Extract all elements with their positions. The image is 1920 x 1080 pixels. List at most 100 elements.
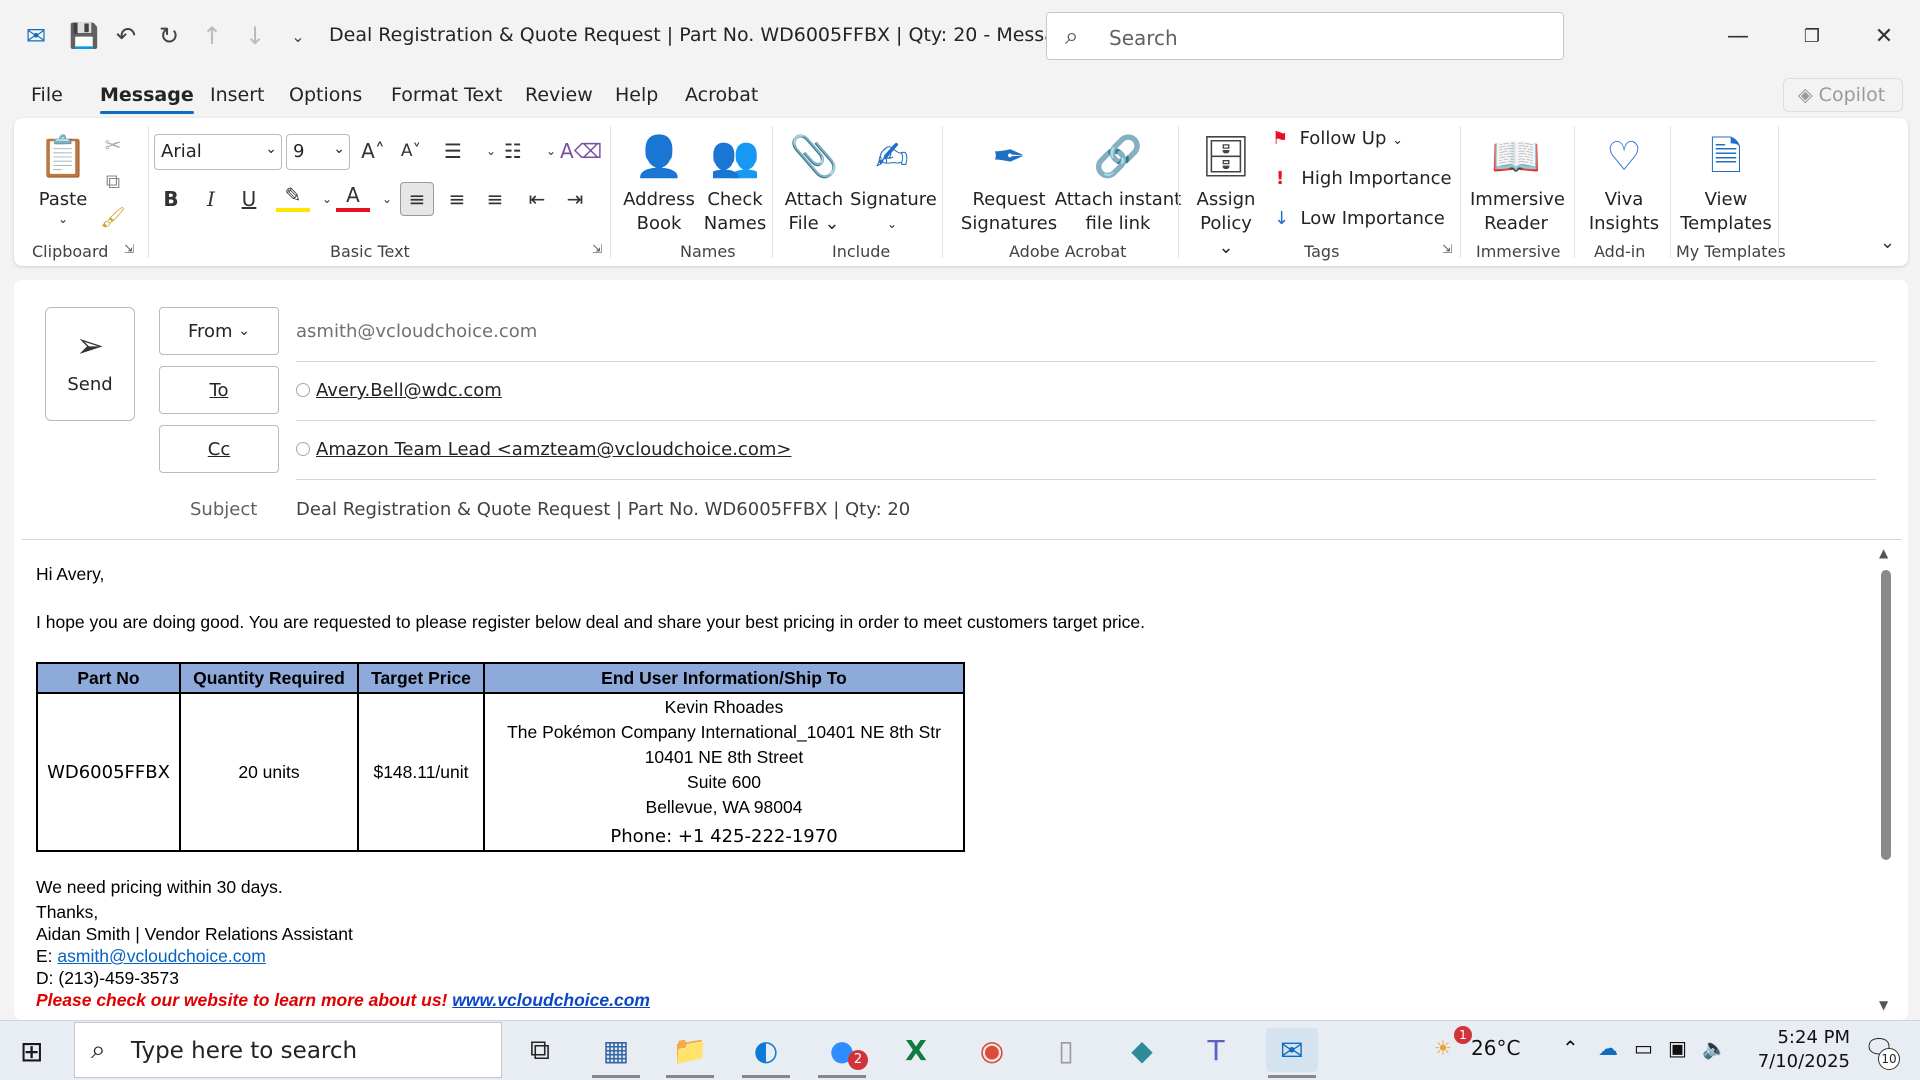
numbering-icon[interactable]: ☷: [496, 134, 530, 168]
tab-format-text[interactable]: Format Text: [391, 84, 502, 106]
shrink-font-icon[interactable]: A˅: [394, 134, 428, 168]
request-signatures-label-1: Request: [972, 189, 1046, 210]
cc-button[interactable]: Cc: [159, 425, 279, 473]
volume-icon[interactable]: 🔈: [1702, 1036, 1727, 1060]
immersive-reader-button[interactable]: 📖 Immersive Reader: [1470, 126, 1565, 236]
cut-icon[interactable]: ✂: [96, 128, 130, 162]
network-icon[interactable]: ▣: [1668, 1036, 1687, 1060]
chevron-down-icon[interactable]: ⌄: [370, 182, 404, 216]
from-button[interactable]: From ⌄: [159, 307, 279, 355]
low-importance-button[interactable]: ↓ Low Importance: [1274, 208, 1445, 229]
clear-formatting-icon[interactable]: A⌫: [560, 134, 602, 168]
highlight-icon[interactable]: ✎: [276, 182, 310, 212]
edge-icon[interactable]: ◐: [740, 1028, 792, 1078]
outlook-taskbar-icon[interactable]: ✉: [1266, 1028, 1318, 1078]
signature-button[interactable]: ✍ Signature ⌄: [850, 126, 937, 236]
font-color-icon[interactable]: A: [336, 182, 370, 212]
align-center-icon[interactable]: ≡: [440, 182, 474, 216]
copy-icon[interactable]: ⧉: [96, 164, 130, 198]
down-arrow-icon[interactable]: ↓: [239, 20, 271, 52]
tab-options[interactable]: Options: [289, 84, 362, 106]
cc-recipient[interactable]: Amazon Team Lead <amzteam@vcloudchoice.c…: [316, 439, 791, 460]
send-button[interactable]: ➢ Send: [45, 307, 135, 421]
to-button[interactable]: To: [159, 366, 279, 414]
view-templates-button[interactable]: 🗎 View Templates: [1678, 126, 1774, 236]
dialog-launcher-icon[interactable]: ⇲: [124, 242, 134, 256]
underline-icon[interactable]: U: [232, 182, 266, 216]
address-book-button[interactable]: 👤 Address Book: [622, 126, 696, 236]
undo-icon[interactable]: ↶: [110, 20, 142, 52]
copilot-button[interactable]: ◈ Copilot: [1783, 78, 1903, 112]
tab-file[interactable]: File: [31, 84, 63, 106]
up-arrow-icon[interactable]: ↑: [196, 20, 228, 52]
restore-icon[interactable]: ❐: [1790, 14, 1834, 58]
taskbar-search-input[interactable]: ⌕ Type here to search: [74, 1022, 502, 1078]
scroll-up-icon[interactable]: ▲: [1879, 546, 1888, 560]
grow-font-icon[interactable]: A˄: [356, 134, 390, 168]
tab-review[interactable]: Review: [525, 84, 593, 106]
task-view-icon[interactable]: ⧉: [514, 1028, 566, 1072]
windows-start-icon[interactable]: ⊞: [20, 1035, 43, 1068]
chevron-up-icon[interactable]: ⌃: [1562, 1036, 1579, 1060]
chrome-icon[interactable]: ◉: [966, 1028, 1018, 1072]
attach-file-button[interactable]: 📎 Attach File ⌄: [784, 126, 844, 236]
scrollbar-thumb[interactable]: [1881, 570, 1891, 860]
follow-up-label: Follow Up: [1299, 128, 1387, 149]
assign-policy-button[interactable]: 🗄 Assign Policy ⌄: [1190, 126, 1262, 260]
website-link[interactable]: www.vcloudchoice.com: [452, 990, 650, 1010]
tab-acrobat[interactable]: Acrobat: [685, 84, 758, 106]
to-field[interactable]: Avery.Bell@wdc.com: [296, 380, 502, 401]
onedrive-icon[interactable]: ☁: [1598, 1036, 1618, 1060]
bullets-icon[interactable]: ☰: [436, 134, 470, 168]
cc-field[interactable]: Amazon Team Lead <amzteam@vcloudchoice.c…: [296, 439, 791, 460]
attach-instant-file-link-button[interactable]: 🔗 Attach instant file link: [1050, 126, 1186, 236]
italic-icon[interactable]: I: [194, 182, 228, 216]
excel-icon[interactable]: X: [890, 1028, 942, 1072]
minimize-icon[interactable]: —: [1716, 14, 1760, 58]
ribbon-expand-chevron-icon[interactable]: ⌄: [1880, 232, 1895, 253]
battery-icon[interactable]: ▭: [1634, 1036, 1653, 1060]
decrease-indent-icon[interactable]: ⇤: [520, 182, 554, 216]
weather-temp: 26°C: [1471, 1036, 1521, 1060]
from-label: From: [187, 320, 233, 342]
divider: [296, 479, 1876, 480]
zoom-icon[interactable]: ● 2: [816, 1028, 868, 1078]
follow-up-button[interactable]: ⚑ Follow Up ⌄: [1272, 128, 1403, 149]
bold-icon[interactable]: B: [154, 182, 188, 216]
weather-badge: 1: [1454, 1026, 1472, 1044]
tab-insert[interactable]: Insert: [210, 84, 265, 106]
customize-icon[interactable]: ⌄: [282, 20, 314, 52]
scroll-down-icon[interactable]: ▼: [1879, 998, 1888, 1012]
save-icon[interactable]: 💾: [68, 20, 100, 52]
deal-table: Part No Quantity Required Target Price E…: [36, 662, 965, 852]
request-signatures-button[interactable]: ✒ Request Signatures: [954, 126, 1064, 236]
weather-widget[interactable]: ☀ 1 26°C: [1434, 1026, 1521, 1060]
font-family-select[interactable]: Arial ⌄: [154, 134, 282, 170]
subject-input[interactable]: Deal Registration & Quote Request | Part…: [296, 499, 910, 520]
increase-indent-icon[interactable]: ⇥: [558, 182, 592, 216]
paste-button[interactable]: 📋 Paste ⌄: [34, 126, 92, 226]
high-importance-button[interactable]: ! High Importance: [1276, 168, 1452, 189]
to-recipient[interactable]: Avery.Bell@wdc.com: [316, 380, 502, 401]
align-right-icon[interactable]: ≡: [478, 182, 512, 216]
calculator-icon[interactable]: ▦: [590, 1028, 642, 1078]
dialog-launcher-icon[interactable]: ⇲: [592, 242, 602, 256]
tab-help[interactable]: Help: [615, 84, 658, 106]
dialog-launcher-icon[interactable]: ⇲: [1442, 242, 1452, 256]
search-input[interactable]: ⌕ Search: [1046, 12, 1564, 60]
teams-icon[interactable]: T: [1190, 1028, 1242, 1072]
font-size-select[interactable]: 9 ⌄: [286, 134, 350, 170]
tab-message[interactable]: Message: [100, 84, 194, 114]
redo-icon[interactable]: ↻: [153, 20, 185, 52]
notepad-icon[interactable]: ▯: [1040, 1028, 1092, 1072]
clock[interactable]: 5:24 PM 7/10/2025: [1740, 1026, 1850, 1074]
email-link[interactable]: asmith@vcloudchoice.com: [57, 946, 265, 966]
check-names-button[interactable]: 👥 Check Names: [700, 126, 770, 236]
notification-icon[interactable]: 🗨 10: [1864, 1034, 1900, 1070]
file-explorer-icon[interactable]: 📁: [664, 1028, 716, 1078]
format-painter-icon[interactable]: 🖌: [96, 200, 130, 234]
app-icon[interactable]: ◆: [1116, 1028, 1168, 1072]
viva-insights-button[interactable]: ♡ Viva Insights: [1584, 126, 1664, 236]
align-left-icon[interactable]: ≡: [400, 182, 434, 216]
close-icon[interactable]: ✕: [1862, 14, 1906, 58]
